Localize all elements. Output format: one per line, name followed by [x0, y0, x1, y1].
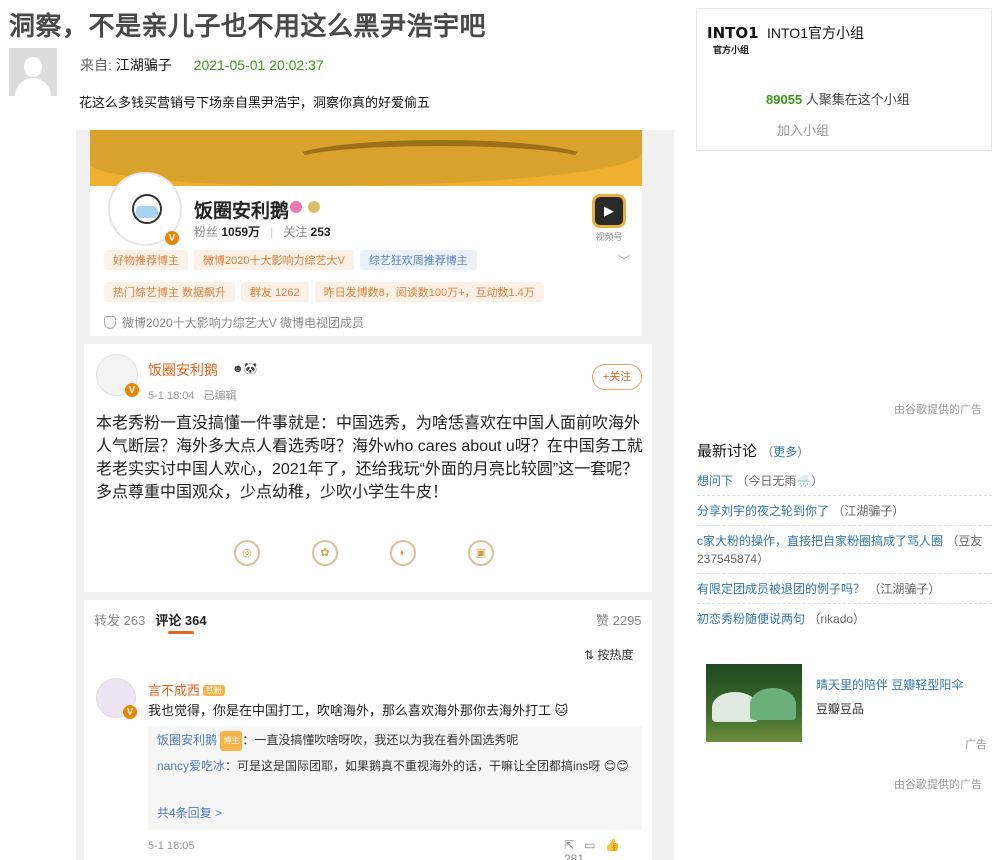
- post-time: 2021-05-01 20:02:37: [193, 57, 324, 73]
- save-image-icon: ▣: [468, 540, 494, 566]
- verified-v-icon: V: [124, 382, 140, 398]
- chevron-down-icon: ﹀: [618, 254, 631, 268]
- reply-item: nancy爱吃冰：可是这是国际团耶，如果鹅真不重视海外的话，干嘛让全团都搞ins…: [157, 759, 629, 773]
- ad-provider-note: 由谷歌提供的广告: [894, 779, 982, 791]
- sort-toggle: ⇅ 按热度: [584, 648, 634, 662]
- ad-title[interactable]: 晴天里的陪伴 豆瓣轻型阳伞: [816, 676, 963, 693]
- follow-button: +关注: [592, 364, 642, 390]
- tag: 好物推荐博主: [104, 250, 188, 270]
- wechat-icon: ◎: [234, 540, 260, 566]
- weibo-author-name: 饭圈安利鹅: [148, 362, 218, 378]
- thumbs-up-icon: 👍: [605, 838, 621, 852]
- comment-tabs: 转发 263 评论 364: [94, 610, 207, 629]
- reply-box: 饭圈安利鹅 博主 ：一直没搞懂吹啥呀吹，我还以为我在看外国选秀呢 nancy爱吃冰…: [148, 726, 642, 830]
- list-item: 有限定团成员被退团的例子吗？ （江湖骗子）: [697, 574, 992, 604]
- tag-row-1: 好物推荐博主 微博2020十大影响力综艺大V 综艺狂欢周推荐博主: [104, 250, 483, 270]
- tag: 热门综艺博主 数据飙升: [104, 282, 236, 302]
- tag: 昨日发博数8，阅读数100万+，互动数1.4万: [314, 282, 544, 302]
- list-item: 想问下 （今日无雨🌧️）: [697, 466, 992, 496]
- fan-badge-icon: 铁粉: [203, 685, 226, 696]
- discussion-list: 想问下 （今日无雨🌧️） 分享刘宇的夜之轮到你了 （江湖骗子） c家大粉的操作，…: [697, 466, 992, 633]
- comment-actions: ⇱ ▭ 👍 281: [554, 838, 652, 860]
- weibo-post-card: V 饭圈安利鹅 ☻🐼 5-1 18:04 已编辑 +关注 本老秀粉一直没搞懂一件…: [84, 344, 652, 592]
- follow-count: 253: [310, 225, 331, 239]
- verified-v-icon: V: [164, 230, 180, 246]
- profile-name: 饭圈安利鹅: [194, 201, 290, 222]
- like-count: 赞 2295: [596, 613, 642, 628]
- profile-card: V 饭圈安利鹅 粉丝 1059万 | 关注 253 ▶ 视频号 好物推荐博主 微博20…: [90, 172, 642, 336]
- fans-count: 1059万: [221, 225, 261, 239]
- embedded-screenshot: V 饭圈安利鹅 粉丝 1059万 | 关注 253 ▶ 视频号 好物推荐博主 微博20…: [76, 130, 674, 860]
- author-link[interactable]: 江湖骗子: [116, 57, 172, 73]
- discussion-link[interactable]: 有限定团成员被退团的例子吗？: [697, 582, 865, 596]
- list-item: c家大粉的操作，直接把自家粉圈搞成了骂人圈 （豆友237545874）: [697, 526, 992, 574]
- qq-icon: ◐: [390, 540, 416, 566]
- tab-repost: 转发 263: [94, 613, 146, 628]
- list-item: 分享刘宇的夜之轮到你了 （江湖骗子）: [697, 496, 992, 526]
- video-channel-badge: ▶ 视频号: [590, 194, 628, 242]
- moments-icon: ✿: [312, 540, 338, 566]
- verified-v-icon: V: [122, 704, 138, 720]
- comment-time: 5-1 18:05: [148, 840, 195, 852]
- group-card: INTO1 官方小组 INTO1官方小组 89055 人聚集在这个小组 加入小组: [696, 8, 992, 151]
- discussion-link[interactable]: 想问下: [697, 474, 733, 488]
- discussion-link[interactable]: 初恋秀粉随便说两句: [697, 612, 805, 626]
- ad-image[interactable]: [706, 664, 802, 742]
- post-title: 洞察，不是亲儿子也不用这么黑尹浩宇吧: [9, 11, 487, 41]
- tab-underline: [168, 631, 194, 634]
- ad-brand: 豆瓣豆品: [816, 702, 865, 716]
- comment-text: 我也觉得，你是在中国打工，吹啥海外，那么喜欢海外那你去海外打工 🐱: [148, 703, 569, 718]
- tag: 微博2020十大影响力综艺大V: [194, 250, 354, 270]
- member-icon: [290, 201, 302, 213]
- commenter-name: 言不成西 铁粉: [148, 680, 226, 699]
- group-name[interactable]: INTO1官方小组: [767, 23, 864, 43]
- more-replies-link: 共4条回复 >: [157, 806, 223, 820]
- post-meta: 来自: 江湖骗子 2021-05-01 20:02:37: [80, 55, 324, 75]
- comment-card: 转发 263 评论 364 赞 2295 ⇅ 按热度 V 言不成西 铁粉 我也觉得，…: [84, 600, 652, 860]
- group-member-count: 89055 人聚集在这个小组: [766, 92, 910, 107]
- emoji-badges-icon: ☻🐼: [232, 363, 258, 375]
- video-channel-icon: ▶: [592, 194, 626, 228]
- ad-provider-note: 由谷歌提供的广告: [894, 404, 982, 416]
- join-group-button[interactable]: 加入小组: [777, 120, 829, 139]
- weibo-time: 5-1 18:04 已编辑: [148, 390, 237, 402]
- discussions-title: 最新讨论 （更多）: [697, 443, 810, 460]
- medal-icon: [308, 201, 320, 213]
- sort-icon: ⇅: [584, 648, 595, 662]
- share-icon: ⇱: [564, 838, 575, 852]
- comment-icon: ▭: [584, 838, 596, 852]
- profile-stats: 粉丝 1059万 | 关注 253: [194, 225, 331, 239]
- profile-banner: [90, 130, 642, 186]
- shield-icon: [104, 316, 116, 329]
- tag: 群友 1262: [241, 282, 309, 302]
- verify-line: 微博2020十大影响力综艺大V 微博电视团成员: [104, 314, 364, 331]
- ad-card[interactable]: 晴天里的陪伴 豆瓣轻型阳伞 豆瓣豆品: [696, 656, 992, 756]
- discussion-link[interactable]: c家大粉的操作，直接把自家粉圈搞成了骂人圈: [697, 534, 943, 548]
- post-body: 花这么多钱买营销号下场亲自黑尹浩宇，洞察你真的好爱偷五: [79, 95, 431, 110]
- discussion-link[interactable]: 分享刘宇的夜之轮到你了: [697, 504, 829, 518]
- tag-row-2: 热门综艺博主 数据飙升 群友 1262 昨日发博数8，阅读数100万+，互动数1.4…: [104, 282, 550, 302]
- reply-item: 饭圈安利鹅 博主 ：一直没搞懂吹啥呀吹，我还以为我在看外国选秀呢: [157, 730, 635, 751]
- weibo-text: 本老秀粉一直没搞懂一件事就是：中国选秀，为啥恁喜欢在中国人面前吹海外人气断层？海…: [96, 415, 643, 501]
- more-discussions-link[interactable]: 更多: [773, 445, 797, 459]
- tab-comments: 评论 364: [155, 613, 207, 628]
- author-avatar[interactable]: [9, 48, 57, 96]
- list-item: 初恋秀粉随便说两句 （rikado）: [697, 612, 866, 626]
- comment-likes: 281: [564, 852, 585, 860]
- from-label: 来自:: [80, 57, 112, 73]
- tag: 综艺狂欢周推荐博主: [359, 250, 477, 270]
- group-logo[interactable]: INTO1 官方小组: [707, 23, 759, 71]
- ad-label: 广告: [965, 739, 987, 751]
